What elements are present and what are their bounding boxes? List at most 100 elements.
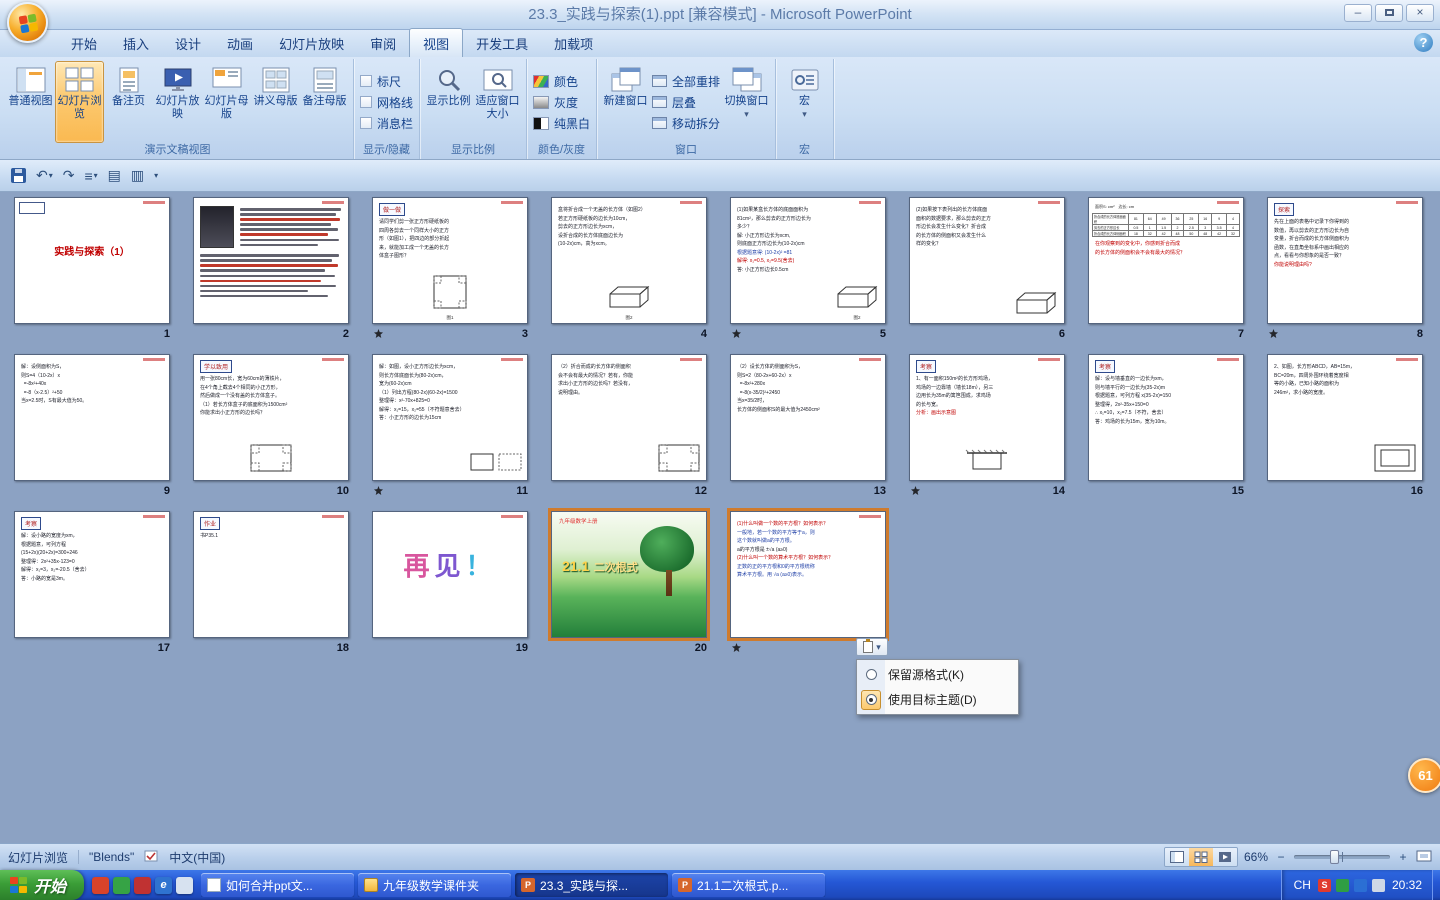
ribbon-tab[interactable]: 设计 [162,29,214,57]
slide-thumbnail[interactable]: (1)什么叫做一个数的平方根？如何表示？ 一般地，若一个数的平方等于a，则 这个数就… [727,508,889,641]
paste-menu-item[interactable]: 保留源格式(K) [858,662,1017,687]
view-button[interactable]: 幻灯片放映 [153,61,202,143]
view-button[interactable]: 普通视图 [6,61,55,143]
zoom-slider-thumb[interactable] [1330,850,1339,864]
macro-button[interactable]: 宏 ▾ [780,61,829,143]
bullet-list-button[interactable]: ≡ ▾ [81,166,100,186]
taskbar-task[interactable]: P 21.1二次根式.p... [672,873,826,897]
show-hide-checkbox[interactable]: 标尺 [360,73,413,90]
transition-icon[interactable] [374,329,383,338]
zoom-slider[interactable] [1294,850,1390,864]
reader-icon[interactable] [134,876,152,894]
zoom-button[interactable]: 显示比例 [424,61,473,143]
ribbon-tab[interactable]: 开始 [58,29,110,57]
ribbon-tab[interactable]: 开发工具 [463,29,541,57]
messenger-tray-icon[interactable] [1353,878,1367,892]
slide-thumbnail[interactable]: 考察 解：设小路的宽度为xm， 根据题意，可列方程 (15+2x)(20+2x)=30… [14,511,170,638]
ribbon-tab[interactable]: 视图 [409,28,464,57]
taskbar-task[interactable]: P 23.3_实践与探... [515,873,669,897]
sogou-icon[interactable] [92,876,110,894]
internet-explorer-icon[interactable]: e [155,876,173,894]
slide-thumbnail[interactable]: （2）设长方体的侧面积为S， 则S=2（80-2x+60-2x）x =-8x²+2… [730,354,886,481]
show-desktop-strip[interactable] [1432,870,1440,900]
transition-icon[interactable] [374,486,383,495]
ribbon-tab[interactable]: 幻灯片放映 [266,29,357,57]
minimize-button[interactable]: – [1344,4,1372,22]
ribbon-tab[interactable]: 插入 [110,29,162,57]
office-button[interactable] [7,2,48,43]
notification-badge[interactable]: 61 [1408,758,1440,793]
paste-menu-item[interactable]: 使用目标主题(D) [858,687,1017,712]
slide-thumbnail[interactable]: 再见！ [372,511,528,638]
sogou-tray-icon[interactable]: S [1317,878,1331,892]
view-button[interactable]: 讲义母版 [251,61,300,143]
fit-to-window-button[interactable] [1416,849,1432,866]
transition-icon[interactable] [1269,329,1278,338]
slide-sorter-view-button[interactable] [1188,848,1213,866]
slide-thumbnail[interactable]: 考察 解：设与墙垂直的一边长为xm， 则与墙平行的一边长为(35-2x)m 根据题意，… [1088,354,1244,481]
media-player-icon[interactable] [113,876,131,894]
window-button[interactable]: 全部重排 [652,73,720,90]
restore-button[interactable] [1375,4,1403,22]
slide-thumbnail[interactable]: 作业 书P35.1 [193,511,349,638]
slide-thumbnail[interactable]: （2）折合而成的长方体的侧面积 会不会有最大的情况？若有，你能 求出小正方形的边长吗… [551,354,707,481]
ribbon-tab[interactable]: 审阅 [357,29,409,57]
slide-thumbnail[interactable]: (2)如果按下表列出的长方体底面 面积的数据要求，那么剪去的正方 形边长会发生什么变… [909,197,1065,324]
start-button[interactable]: 开始 [0,870,85,900]
switch-window-button[interactable]: 切换窗口 ▾ [722,61,771,143]
help-button[interactable]: ? [1414,33,1433,52]
view-button[interactable]: 备注页 [104,61,153,143]
redo-button[interactable]: ↷ [60,165,78,186]
view-button[interactable]: 幻灯片浏览 [55,61,104,143]
window-button[interactable]: 移动拆分 [652,115,720,132]
view-button[interactable]: 备注母版 [300,61,349,143]
ribbon-tab[interactable]: 动画 [214,29,266,57]
slide-thumbnail[interactable] [193,197,349,324]
show-hide-checkbox[interactable]: 网格线 [360,94,413,111]
paste-options-button[interactable]: ▾ [856,638,888,656]
slide-thumbnail[interactable]: 做一做 请同学们剪一张正方形硬纸板的 四周各剪去一个同样大小的正方 形（如图1），把四… [372,197,528,324]
transition-icon[interactable] [732,329,741,338]
overflow-button[interactable]: ▾ [151,169,161,182]
slide-thumbnail[interactable]: 九年级数学上册 21.1 二次根式 [548,508,710,641]
slide-thumbnail[interactable]: 探索 先在上面的表格中记录下你得到的 数值，再以剪去的正方形边长为自 变量，折合而成的… [1267,197,1423,324]
slideshow-view-button[interactable] [1212,848,1237,866]
input-method-indicator[interactable]: CH [1294,878,1311,892]
layout-table-button[interactable]: ▥ [128,165,147,186]
zoom-value[interactable]: 66% [1244,850,1268,864]
security-tray-icon[interactable] [1335,878,1349,892]
slide-thumbnail[interactable]: 实践与探索（1） [14,197,170,324]
zoom-in-button[interactable]: + [1396,850,1410,864]
color-mode-button[interactable]: 纯黑白 [533,115,590,132]
slide-thumbnail[interactable]: 2、如图，长方形ABCD，AB=15m， BC=20m，四周外围环绕着宽度相 等的小… [1267,354,1423,481]
status-language-label[interactable]: 中文(中国) [169,849,225,866]
taskbar-task[interactable]: 如何合并ppt文... [201,873,355,897]
slide-thumbnail[interactable]: 面积S: cm² 边长: cm 折合成的长方体底面面积 81 64 49 36 25 16 9 4… [1088,197,1244,324]
undo-button[interactable]: ↶ ▾ [33,165,56,186]
new-window-button[interactable]: 新建窗口 [601,61,650,143]
slide-thumbnail[interactable]: 考察 1、有一面积150m²的长方形鸡场， 鸡场的一边靠墙（墙长18m），另三 边用长… [909,354,1065,481]
show-desktop-icon[interactable] [176,876,194,894]
window-button[interactable]: 层叠 [652,94,720,111]
show-hide-checkbox[interactable]: 消息栏 [360,115,413,132]
normal-view-button[interactable] [1164,848,1189,866]
transition-icon[interactable] [911,486,920,495]
color-mode-button[interactable]: 灰度 [533,94,590,111]
slide-thumbnail[interactable]: 学以致用 用一张80cm长，宽为60cm的薄铁片， 在4个角上截去4个相同的小正方形… [193,354,349,481]
close-button[interactable]: × [1406,4,1434,22]
volume-icon[interactable] [1371,878,1385,892]
slide-thumbnail[interactable]: 解：如图，设小正方形边长为xcm， 则长方体底面长为(80-2x)cm， 宽为(60… [372,354,528,481]
layout-grid-button[interactable]: ▤ [105,165,124,186]
slide-thumbnail[interactable]: (1)如果某盒长方体的底面面积为 81cm²，那么剪去的正方形边长为 多少？ 解: 小… [730,197,886,324]
slide-thumbnail[interactable]: 盒将折合成一个无盖的长方体（如图2） 若正方形硬纸板的边长为10cm， 剪去的正方形… [551,197,707,324]
fit-window-button[interactable]: 适应窗口大小 [473,61,522,143]
view-button[interactable]: 幻灯片母版 [202,61,251,143]
save-button[interactable] [8,166,29,185]
color-mode-button[interactable]: 颜色 [533,73,590,90]
transition-icon[interactable] [732,643,741,652]
zoom-out-button[interactable]: − [1274,850,1288,864]
spellcheck-icon[interactable] [144,849,159,866]
taskbar-task[interactable]: 九年级数学课件夹 [358,873,512,897]
ribbon-tab[interactable]: 加载项 [541,29,606,57]
slide-thumbnail[interactable]: 解：设侧面积为S， 则S=4（10-2x）x =-8x²+40x =-8（x-2.… [14,354,170,481]
